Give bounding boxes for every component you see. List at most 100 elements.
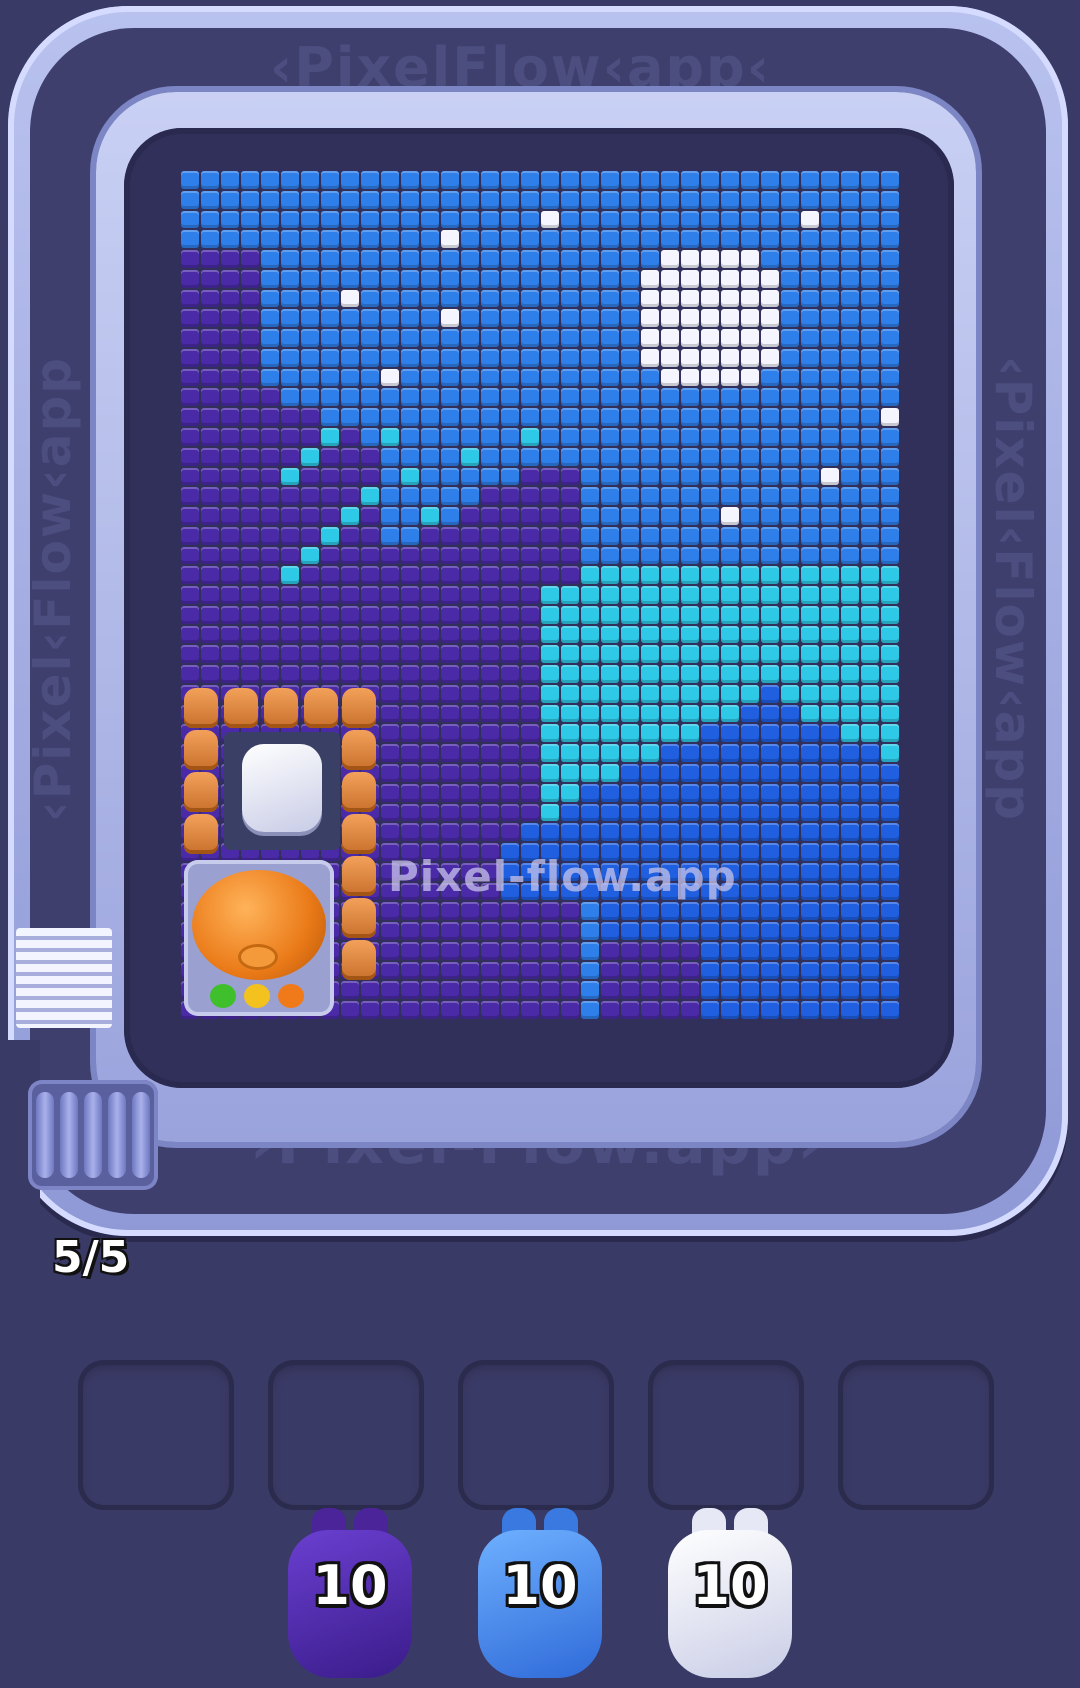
pixel-cell xyxy=(201,388,219,407)
pixel-cell xyxy=(541,586,559,604)
pixel-cell xyxy=(741,922,759,940)
pixel-cell xyxy=(881,447,899,466)
pixel-cell xyxy=(601,764,619,782)
pixel-cell xyxy=(661,744,679,763)
pixel-cell xyxy=(561,1001,579,1019)
pixel-cell xyxy=(381,724,399,743)
pixel-cell xyxy=(601,447,619,466)
pixel-cell xyxy=(661,289,679,308)
pixel-cell xyxy=(481,902,499,921)
pixel-cell xyxy=(581,645,599,664)
shooter-count: 10 xyxy=(312,1554,388,1617)
pixel-cell xyxy=(581,427,599,446)
pixel-cell xyxy=(581,171,599,189)
pixel-cell xyxy=(701,586,719,604)
pixel-cell xyxy=(541,447,559,466)
pixel-cell xyxy=(341,526,359,545)
pixel-cell xyxy=(781,269,799,288)
pumpkin-pig-box[interactable] xyxy=(184,860,334,1016)
pixel-cell xyxy=(881,210,899,229)
pixel-cell xyxy=(761,764,779,782)
pixel-cell xyxy=(321,210,339,229)
pixel-cell xyxy=(861,566,879,585)
pixel-cell xyxy=(261,427,279,446)
pixel-cell xyxy=(361,447,379,466)
pixel-cell xyxy=(421,447,439,466)
pixel-cell xyxy=(801,507,819,525)
pixel-cell xyxy=(781,665,799,683)
pixel-cell xyxy=(521,269,539,288)
pixel-cell xyxy=(461,210,479,229)
pixel-cell xyxy=(441,171,459,189)
pixel-cell xyxy=(781,309,799,328)
pixel-cell xyxy=(321,408,339,426)
pixel-cell xyxy=(201,309,219,328)
pixel-cell xyxy=(701,665,719,683)
pixel-cell xyxy=(461,487,479,506)
pixel-cell xyxy=(601,507,619,525)
pixel-cell xyxy=(641,665,659,683)
pixel-cell xyxy=(621,803,639,822)
pixel-cell xyxy=(861,783,879,802)
shooter-purple[interactable]: 10 xyxy=(288,1508,412,1678)
pixel-cell xyxy=(801,546,819,565)
pixel-cell xyxy=(861,408,879,426)
pixel-cell xyxy=(681,507,699,525)
pixel-cell xyxy=(421,665,439,683)
slot-2[interactable] xyxy=(268,1360,424,1510)
pixel-cell xyxy=(341,427,359,446)
pixel-cell xyxy=(821,803,839,822)
pixel-cell xyxy=(381,941,399,960)
slot-3[interactable] xyxy=(458,1360,614,1510)
spool-ring-icon xyxy=(132,1092,150,1178)
pixel-cell xyxy=(621,309,639,328)
pixel-cell xyxy=(241,427,259,446)
pixel-cell xyxy=(541,981,559,1000)
pixel-cell xyxy=(601,625,619,644)
pixel-cell xyxy=(641,487,659,506)
pixel-cell xyxy=(421,823,439,842)
pixel-cell xyxy=(521,447,539,466)
pixel-cell xyxy=(881,665,899,683)
pixel-cell xyxy=(841,427,859,446)
pixel-cell xyxy=(661,645,679,664)
pixel-cell xyxy=(741,882,759,901)
pixel-cell xyxy=(441,645,459,664)
slot-5[interactable] xyxy=(838,1360,994,1510)
pixel-cell xyxy=(621,269,639,288)
pixel-cell xyxy=(501,408,519,426)
pixel-cell xyxy=(621,190,639,209)
slot-4[interactable] xyxy=(648,1360,804,1510)
pixel-cell xyxy=(401,388,419,407)
pixel-cell xyxy=(561,368,579,387)
pixel-cell xyxy=(301,408,319,426)
pixel-cell xyxy=(401,724,419,743)
pixel-cell xyxy=(881,684,899,703)
pixel-cell xyxy=(461,625,479,644)
pixel-cell xyxy=(681,250,699,268)
pixel-cell xyxy=(621,507,639,525)
pixel-cell xyxy=(861,1001,879,1019)
pixel-cell xyxy=(821,764,839,782)
pixel-cell xyxy=(601,348,619,367)
shooter-blue[interactable]: 10 xyxy=(478,1508,602,1678)
white-pig-icon[interactable] xyxy=(242,744,322,832)
pixel-cell xyxy=(381,329,399,347)
pixel-cell xyxy=(441,605,459,624)
slot-1[interactable] xyxy=(78,1360,234,1510)
pixel-cell xyxy=(741,408,759,426)
pixel-cell xyxy=(461,190,479,209)
pixel-cell xyxy=(501,724,519,743)
pixel-cell xyxy=(641,586,659,604)
pixel-cell xyxy=(201,645,219,664)
pixel-cell xyxy=(441,526,459,545)
pixel-cell xyxy=(541,645,559,664)
pixel-cell xyxy=(861,507,879,525)
pixel-cell xyxy=(321,566,339,585)
pixel-cell xyxy=(801,586,819,604)
pixel-cell xyxy=(561,803,579,822)
pixel-cell xyxy=(801,744,819,763)
pixel-cell xyxy=(421,546,439,565)
shooter-white[interactable]: 10 xyxy=(668,1508,792,1678)
pixel-cell xyxy=(641,269,659,288)
